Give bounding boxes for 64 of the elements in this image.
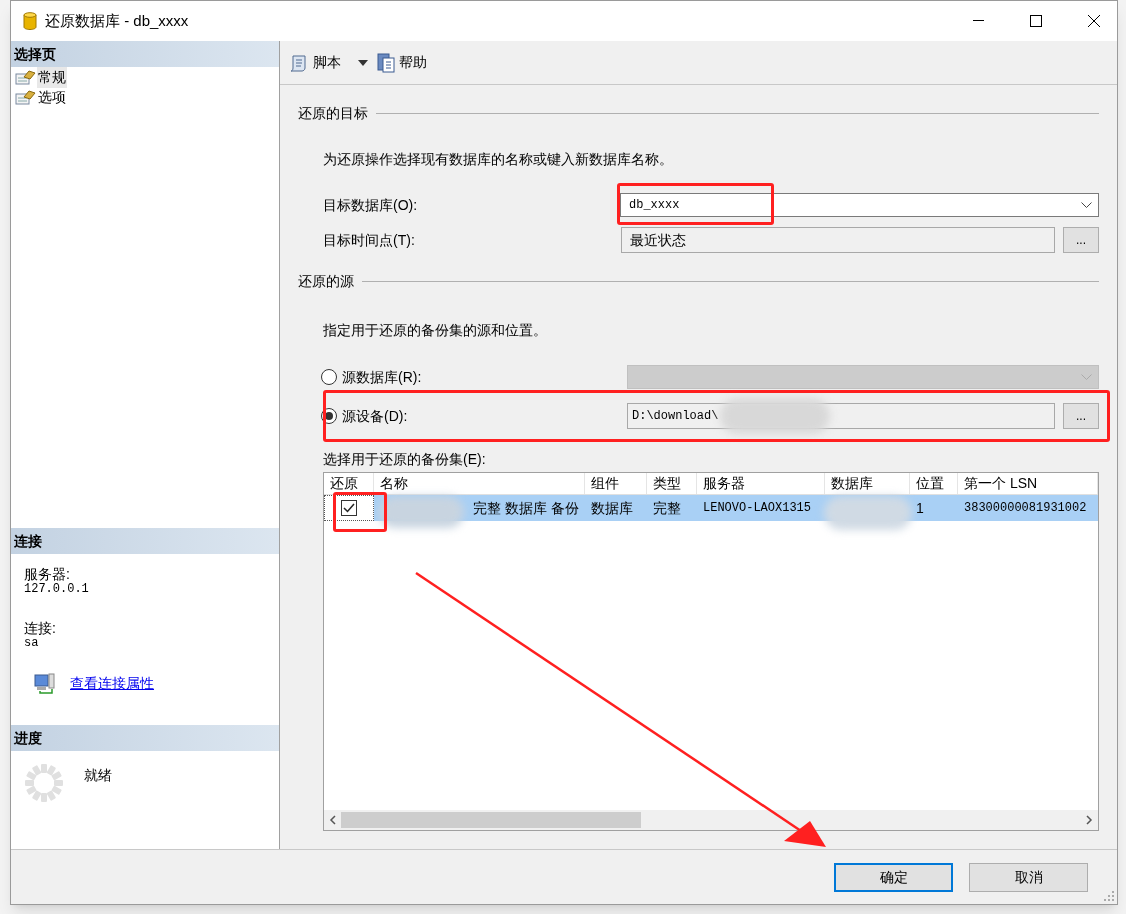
browse-button[interactable]: ...: [1063, 227, 1099, 253]
table-cell-text: 完整: [653, 498, 681, 518]
page-icon: [15, 69, 37, 85]
checkbox[interactable]: [341, 500, 357, 516]
field-label: 目标数据库(O):: [323, 195, 419, 215]
script-button[interactable]: 脚本: [288, 49, 342, 76]
chevron-down-icon: [1081, 373, 1092, 381]
table-cell-text: 数据库: [591, 498, 633, 518]
group-heading: 还原的目标: [298, 104, 368, 123]
server-value: 127.0.0.1: [24, 582, 90, 596]
highlight-box: [333, 492, 387, 532]
page-icon: [15, 89, 37, 105]
window-title: 还原数据库 - db_xxxx: [45, 10, 189, 31]
dialog-button[interactable]: 取消: [969, 862, 1088, 892]
resize-grip-icon: [1104, 891, 1114, 901]
field-label: 服务器:: [24, 566, 71, 582]
table-cell-text: 完整 数据库 备份: [473, 498, 579, 518]
chevron-down-icon: [1081, 201, 1092, 209]
column-header[interactable]: 位置: [910, 473, 958, 494]
table-cell-text: LENOVO-LAOX1315: [703, 500, 812, 517]
section-header: 连接: [11, 528, 279, 554]
column-header[interactable]: 数据库: [825, 473, 910, 494]
table-cell-text: 1: [916, 498, 924, 518]
radio-label: 源数据库(R):: [342, 367, 422, 387]
help-book-icon: [377, 52, 395, 73]
instruction-text: 指定用于还原的备份集的源和位置。: [323, 321, 548, 340]
scrollbar-thumb[interactable]: [341, 812, 641, 828]
section-header: 选择页: [11, 41, 279, 67]
dialog-button[interactable]: 确定: [834, 862, 953, 892]
group-heading: 还原的源: [298, 272, 354, 291]
radio-label: 源设备(D):: [342, 406, 408, 426]
radio-button[interactable]: [321, 369, 337, 385]
table-cell-text: 38300000081931002: [964, 500, 1087, 517]
page-item[interactable]: 选项: [37, 86, 67, 108]
column-header[interactable]: 类型: [647, 473, 697, 494]
column-header[interactable]: 第一个 LSN: [958, 473, 1098, 494]
scroll-right-icon: [1086, 815, 1093, 825]
horizontal-scrollbar[interactable]: [324, 810, 1098, 830]
column-header[interactable]: 还原: [324, 473, 374, 494]
section-header: 进度: [11, 725, 279, 751]
time-field: 最近状态: [621, 227, 1055, 253]
dropdown-arrow-icon[interactable]: [358, 59, 368, 66]
column-header[interactable]: 名称: [374, 473, 585, 494]
scroll-icon: [289, 53, 309, 72]
database-icon: [23, 12, 37, 30]
column-header[interactable]: 服务器: [697, 473, 825, 494]
connection-properties-link[interactable]: 查看连接属性: [70, 672, 154, 694]
database-dropdown[interactable]: db_xxxx: [620, 193, 1099, 217]
instruction-text: 为还原操作选择现有数据库的名称或键入新数据库名称。: [323, 150, 674, 169]
field-label: 连接:: [24, 620, 57, 636]
minimize-icon: [972, 20, 984, 22]
browse-button[interactable]: ...: [1063, 403, 1099, 429]
close-icon: [1088, 15, 1100, 27]
table-label: 选择用于还原的备份集(E):: [323, 450, 487, 469]
scroll-left-icon: [329, 815, 336, 825]
page-item[interactable]: 常规: [37, 66, 67, 88]
login-value: sa: [24, 636, 40, 650]
column-header[interactable]: 组件: [585, 473, 647, 494]
computer-icon: [34, 672, 56, 694]
maximize-icon: [1030, 15, 1042, 27]
status-text: 就绪: [84, 766, 112, 785]
help-button[interactable]: 帮助: [376, 49, 428, 76]
field-label: 目标时间点(T):: [323, 230, 416, 250]
spinner-icon: [24, 763, 64, 803]
